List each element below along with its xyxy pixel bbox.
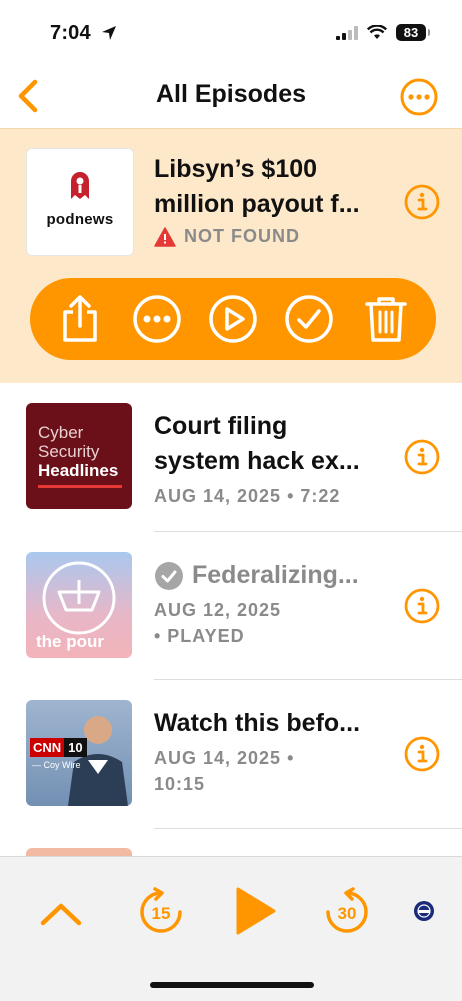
info-circle-icon xyxy=(404,439,440,475)
episode-meta-line2: 10:15 xyxy=(154,774,206,794)
episode-artwork: podnews xyxy=(26,148,134,256)
episode-title: Court filing xyxy=(154,412,288,440)
skip-back-label: 15 xyxy=(151,904,171,923)
nav-bar: All Episodes xyxy=(0,64,462,128)
played-check-icon xyxy=(155,561,183,590)
art-label: podnews xyxy=(46,211,114,228)
episode-title: Watch this befo... xyxy=(154,709,361,737)
episode-more-button[interactable] xyxy=(131,293,183,345)
trash-icon xyxy=(365,297,407,342)
status-row: NOT FOUND xyxy=(154,226,386,247)
share-button[interactable] xyxy=(54,293,106,345)
play-button[interactable] xyxy=(230,883,280,939)
episode-row[interactable]: the pour over Federalizing... AUG 12, 20… xyxy=(0,532,462,680)
info-button[interactable] xyxy=(404,439,440,475)
info-circle-icon xyxy=(404,184,440,220)
battery-indicator: 83 xyxy=(396,24,430,41)
wifi-icon xyxy=(367,25,387,39)
info-button[interactable] xyxy=(404,588,440,624)
episode-artwork: the pour over xyxy=(26,552,132,658)
mini-player: 15 30 xyxy=(0,856,462,1001)
episode-row[interactable]: podnews Libsyn’s $100 million payout f..… xyxy=(0,128,462,276)
skip-back-button[interactable]: 15 xyxy=(136,887,186,937)
art-brand: CNN xyxy=(30,738,65,757)
art-line: Security xyxy=(38,442,100,461)
art-line: Headlines xyxy=(38,461,119,480)
art-line: Cyber xyxy=(38,423,84,442)
page-title: All Episodes xyxy=(155,80,307,108)
info-circle-icon xyxy=(404,588,440,624)
episode-row[interactable]: Cyber Security Headlines Court filing sy… xyxy=(0,383,462,531)
play-episode-button[interactable] xyxy=(207,293,259,345)
signal-icon xyxy=(336,25,358,40)
expand-player-button[interactable] xyxy=(38,891,84,937)
skip-forward-button[interactable]: 30 xyxy=(322,887,372,937)
status-icons: 83 xyxy=(336,24,430,41)
art-label: the pour over xyxy=(36,632,104,658)
title-row: Federalizing... xyxy=(154,558,386,593)
checkmark-circle-icon xyxy=(285,295,334,343)
episode-title: Federalizing... xyxy=(192,561,359,589)
episode-action-bar xyxy=(30,278,436,360)
art-subtitle: — Coy Wire xyxy=(32,760,81,770)
skip-forward-label: 30 xyxy=(337,904,357,923)
status-bar: 7:04 83 xyxy=(0,0,462,64)
episode-row[interactable]: CNN 10 — Coy Wire Watch this befo... AUG… xyxy=(0,680,462,828)
episode-artwork: CNN 10 — Coy Wire xyxy=(26,700,132,806)
warning-icon xyxy=(154,226,176,247)
info-circle-icon xyxy=(404,736,440,772)
share-icon xyxy=(63,295,97,342)
now-playing-artwork[interactable] xyxy=(412,899,436,923)
play-icon xyxy=(236,887,276,935)
status-time: 7:04 xyxy=(50,22,91,44)
mark-played-button[interactable] xyxy=(283,293,335,345)
episode-title: Libsyn’s $100 xyxy=(154,155,318,183)
info-button[interactable] xyxy=(404,184,440,220)
more-options-button[interactable] xyxy=(400,78,438,116)
episode-title-line2: system hack ex... xyxy=(154,447,360,475)
info-button[interactable] xyxy=(404,736,440,772)
play-circle-icon xyxy=(209,295,257,343)
next-episode-artwork-partial xyxy=(26,848,132,856)
podcast-artwork-icon xyxy=(414,901,434,921)
art-underline xyxy=(38,485,122,488)
episode-artwork: Cyber Security Headlines xyxy=(26,403,132,509)
chevron-up-icon xyxy=(40,903,82,926)
art-number: 10 xyxy=(64,738,87,757)
cnn10-badge: CNN 10 xyxy=(30,738,87,757)
row-divider xyxy=(154,828,462,829)
podnews-logo xyxy=(71,172,89,199)
episode-meta-line2: • PLAYED xyxy=(154,626,245,646)
location-arrow-icon xyxy=(102,26,116,40)
episode-meta: AUG 12, 2025 xyxy=(154,600,282,620)
ellipsis-circle-icon xyxy=(132,295,181,343)
ellipsis-circle-icon xyxy=(400,78,438,116)
home-indicator xyxy=(150,982,314,988)
status-text: NOT FOUND xyxy=(184,226,300,246)
episode-title-line2: million payout f... xyxy=(154,190,360,218)
delete-button[interactable] xyxy=(360,293,412,345)
episode-meta: AUG 14, 2025 • 7:22 xyxy=(154,486,341,506)
episode-meta: AUG 14, 2025 • xyxy=(154,748,295,768)
